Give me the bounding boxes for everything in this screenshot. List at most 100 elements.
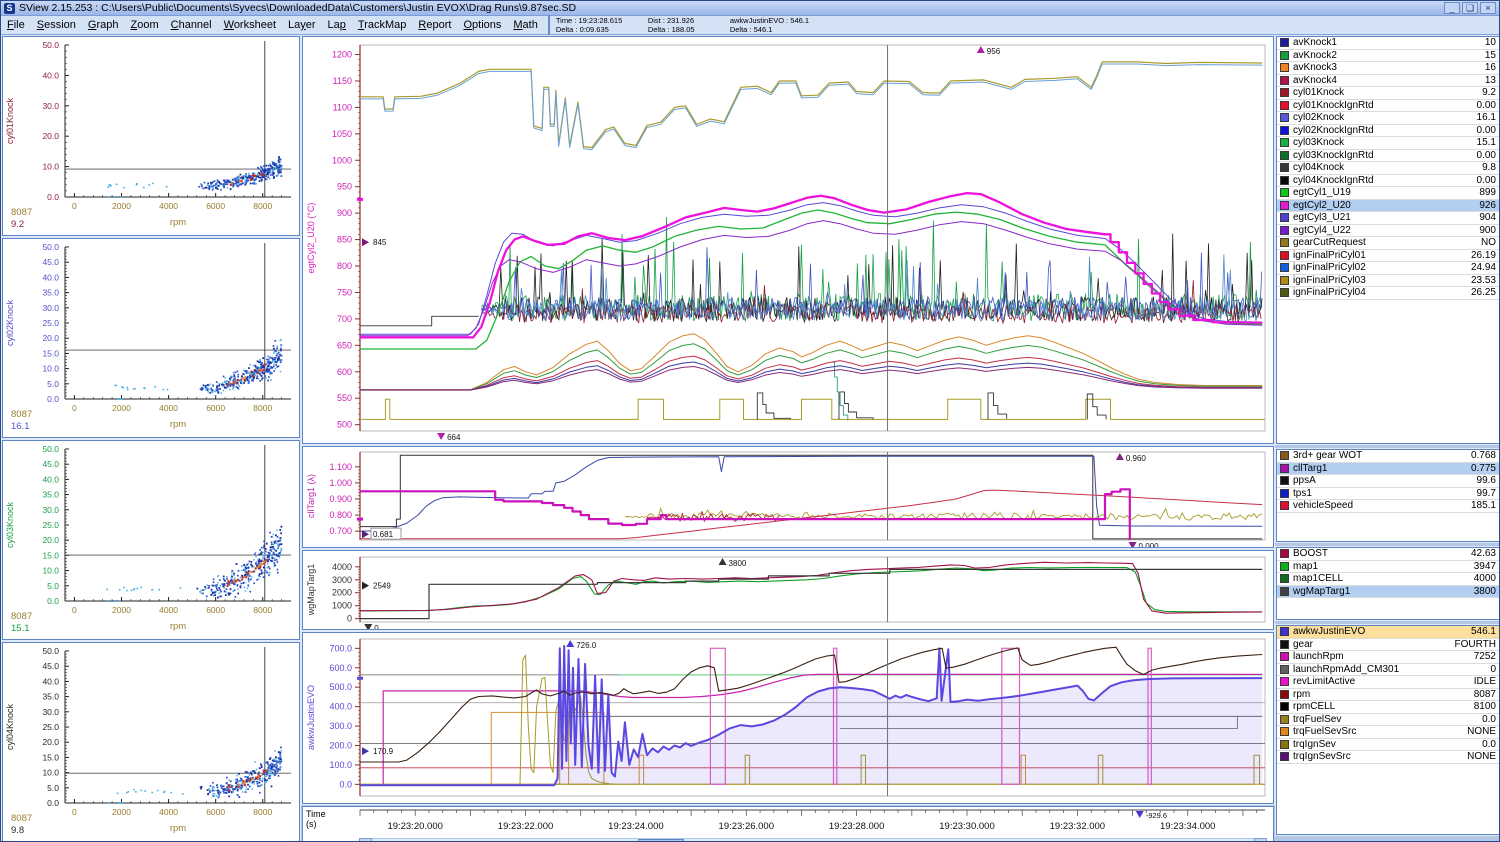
channel-value: NO bbox=[1481, 237, 1496, 248]
channel-value: 26.25 bbox=[1471, 287, 1496, 298]
menu-worksheet[interactable]: Worksheet bbox=[218, 17, 282, 33]
horizontal-scrollbar[interactable]: ◄ ► bbox=[359, 838, 1267, 842]
channel-row-ppsA[interactable]: ppsA99.6 bbox=[1277, 475, 1499, 488]
channel-row-egtCyl2_U20[interactable]: egtCyl2_U20926 bbox=[1277, 200, 1499, 213]
menu-graph[interactable]: Graph bbox=[82, 17, 125, 33]
channel-row-avKnock3[interactable]: avKnock316 bbox=[1277, 62, 1499, 75]
channel-row-cyl04KnockIgnRtd[interactable]: cyl04KnockIgnRtd0.00 bbox=[1277, 175, 1499, 188]
channel-color-swatch bbox=[1280, 88, 1289, 97]
egt-chart-panel[interactable]: 5005506006507007508008509009501000105011… bbox=[302, 36, 1274, 444]
scroll-right-arrow[interactable]: ► bbox=[1254, 838, 1267, 842]
svg-text:3800: 3800 bbox=[729, 559, 747, 568]
scatter-panel-cyl02Knock[interactable]: 0.05.010.015.020.025.030.035.040.045.050… bbox=[2, 238, 300, 438]
egt-main-plot[interactable]: 5005506006507007508008509009501000105011… bbox=[303, 37, 1273, 443]
cyl01Knock-vs-rpm-plot[interactable]: 0.010.020.030.040.050.002000400060008000… bbox=[3, 37, 299, 234]
channel-row-3rd+ gear WOT[interactable]: 3rd+ gear WOT0.768 bbox=[1277, 450, 1499, 463]
awkw-chart-panel[interactable]: 0.0100.0200.0300.0400.0500.0600.0700.0aw… bbox=[302, 632, 1274, 804]
svg-text:rpm: rpm bbox=[170, 621, 186, 632]
channel-row-BOOST[interactable]: BOOST42.63 bbox=[1277, 548, 1499, 561]
svg-text:2000: 2000 bbox=[112, 403, 131, 413]
scroll-left-arrow[interactable]: ◄ bbox=[359, 838, 372, 842]
minimize-button[interactable]: _ bbox=[1444, 2, 1460, 14]
channel-color-swatch bbox=[1280, 201, 1289, 210]
channel-row-launchRpmAdd_CM301[interactable]: launchRpmAdd_CM3010 bbox=[1277, 664, 1499, 677]
menu-session[interactable]: Session bbox=[31, 17, 82, 33]
channel-row-cyl02Knock[interactable]: cyl02Knock16.1 bbox=[1277, 112, 1499, 125]
channel-row-cyl03KnockIgnRtd[interactable]: cyl03KnockIgnRtd0.00 bbox=[1277, 150, 1499, 163]
channel-row-cyl03Knock[interactable]: cyl03Knock15.1 bbox=[1277, 137, 1499, 150]
chart-column: 5005506006507007508008509009501000105011… bbox=[302, 36, 1274, 842]
channel-row-trqFuelSevSrc[interactable]: trqFuelSevSrcNONE bbox=[1277, 726, 1499, 739]
awkw-plot[interactable]: 0.0100.0200.0300.0400.0500.0600.0700.0aw… bbox=[303, 633, 1273, 803]
channel-row-cyl04Knock[interactable]: cyl04Knock9.8 bbox=[1277, 162, 1499, 175]
channel-row-cyl01Knock[interactable]: cyl01Knock9.2 bbox=[1277, 87, 1499, 100]
channel-color-swatch bbox=[1280, 113, 1289, 122]
menu-report[interactable]: Report bbox=[412, 17, 457, 33]
clltarg-plot[interactable]: 0.7000.8000.9001.0001.100cllTarg1 (λ)0.6… bbox=[303, 447, 1273, 547]
svg-text:cyl01Knock: cyl01Knock bbox=[5, 97, 15, 144]
channel-row-map1CELL[interactable]: map1CELL4000 bbox=[1277, 573, 1499, 586]
channel-row-egtCyl4_U22[interactable]: egtCyl4_U22900 bbox=[1277, 225, 1499, 238]
channel-row-egtCyl3_U21[interactable]: egtCyl3_U21904 bbox=[1277, 212, 1499, 225]
scatter-panel-cyl01Knock[interactable]: 0.010.020.030.040.050.002000400060008000… bbox=[2, 36, 300, 236]
channel-name: egtCyl1_U19 bbox=[1293, 187, 1351, 198]
channel-row-ignFinalPriCyl04[interactable]: ignFinalPriCyl0426.25 bbox=[1277, 287, 1499, 300]
channel-row-gearCutRequest[interactable]: gearCutRequestNO bbox=[1277, 237, 1499, 250]
channel-row-revLimitActive[interactable]: revLimitActiveIDLE bbox=[1277, 676, 1499, 689]
channel-row-rpm[interactable]: rpm8087 bbox=[1277, 689, 1499, 702]
channel-row-map1[interactable]: map13947 bbox=[1277, 561, 1499, 574]
scroll-track[interactable] bbox=[372, 838, 1254, 842]
channel-color-swatch bbox=[1280, 640, 1289, 649]
svg-text:1.000: 1.000 bbox=[329, 478, 352, 488]
status-field: Delta : 188.05 bbox=[648, 25, 730, 34]
channel-row-launchRpm[interactable]: launchRpm7252 bbox=[1277, 651, 1499, 664]
menu-layer[interactable]: Layer bbox=[282, 17, 322, 33]
channel-row-avKnock1[interactable]: avKnock110 bbox=[1277, 37, 1499, 50]
channel-row-wgMapTarg1[interactable]: wgMapTarg13800 bbox=[1277, 586, 1499, 599]
menu-options[interactable]: Options bbox=[457, 17, 507, 33]
menu-file[interactable]: File bbox=[1, 17, 31, 33]
channel-row-awkwJustinEVO[interactable]: awkwJustinEVO546.1 bbox=[1277, 626, 1499, 639]
close-button[interactable]: × bbox=[1480, 2, 1496, 14]
channel-row-tps1[interactable]: tps199.7 bbox=[1277, 488, 1499, 501]
channel-row-cyl01KnockIgnRtd[interactable]: cyl01KnockIgnRtd0.00 bbox=[1277, 100, 1499, 113]
channel-row-gear[interactable]: gearFOURTH bbox=[1277, 639, 1499, 652]
menu-math[interactable]: Math bbox=[507, 17, 543, 33]
scatter-panel-cyl04Knock[interactable]: 0.05.010.015.020.025.030.035.040.045.050… bbox=[2, 642, 300, 842]
channel-row-avKnock4[interactable]: avKnock413 bbox=[1277, 75, 1499, 88]
channel-row-trqIgnSevSrc[interactable]: trqIgnSevSrcNONE bbox=[1277, 751, 1499, 764]
svg-text:19:23:34.000: 19:23:34.000 bbox=[1160, 821, 1215, 832]
channel-value: 99.6 bbox=[1477, 475, 1496, 486]
channel-row-ignFinalPriCyl02[interactable]: ignFinalPriCyl0224.94 bbox=[1277, 262, 1499, 275]
scatter-panel-cyl03Knock[interactable]: 0.05.010.015.020.025.030.035.040.045.050… bbox=[2, 440, 300, 640]
channel-row-vehicleSpeed[interactable]: vehicleSpeed185.1 bbox=[1277, 500, 1499, 513]
channel-row-ignFinalPriCyl01[interactable]: ignFinalPriCyl0126.19 bbox=[1277, 250, 1499, 263]
svg-text:45.0: 45.0 bbox=[42, 257, 59, 267]
channel-row-rpmCELL[interactable]: rpmCELL8100 bbox=[1277, 701, 1499, 714]
svg-text:15.1: 15.1 bbox=[11, 623, 30, 634]
channel-row-ignFinalPriCyl03[interactable]: ignFinalPriCyl0323.53 bbox=[1277, 275, 1499, 288]
wgmap-plot[interactable]: 01000200030004000wgMapTarg1254938000 bbox=[303, 551, 1273, 629]
wgmaptarg-chart-panel[interactable]: 01000200030004000wgMapTarg1254938000 bbox=[302, 550, 1274, 630]
channel-row-avKnock2[interactable]: avKnock215 bbox=[1277, 50, 1499, 63]
restore-button[interactable]: ❏ bbox=[1462, 2, 1478, 14]
clltarg-chart-panel[interactable]: 0.7000.8000.9001.0001.100cllTarg1 (λ)0.6… bbox=[302, 446, 1274, 548]
channel-row-cllTarg1[interactable]: cllTarg10.775 bbox=[1277, 463, 1499, 476]
titlebar[interactable]: S SView 2.15.253 : C:\Users\Public\Docum… bbox=[1, 1, 1499, 16]
svg-text:726.0: 726.0 bbox=[576, 641, 597, 650]
channel-color-swatch bbox=[1280, 464, 1289, 473]
channel-row-egtCyl1_U19[interactable]: egtCyl1_U19899 bbox=[1277, 187, 1499, 200]
cyl04Knock-vs-rpm-plot[interactable]: 0.05.010.015.020.025.030.035.040.045.050… bbox=[3, 643, 299, 840]
menu-zoom[interactable]: Zoom bbox=[124, 17, 164, 33]
menu-lap[interactable]: Lap bbox=[322, 17, 352, 33]
channel-row-trqIgnSev[interactable]: trqIgnSev0.0 bbox=[1277, 739, 1499, 752]
menu-channel[interactable]: Channel bbox=[165, 17, 218, 33]
cyl02Knock-vs-rpm-plot[interactable]: 0.05.010.015.020.025.030.035.040.045.050… bbox=[3, 239, 299, 436]
svg-text:10.0: 10.0 bbox=[42, 566, 59, 576]
channel-color-swatch bbox=[1280, 665, 1289, 674]
channel-row-trqFuelSev[interactable]: trqFuelSev0.0 bbox=[1277, 714, 1499, 727]
menu-trackmap[interactable]: TrackMap bbox=[352, 17, 413, 33]
cyl03Knock-vs-rpm-plot[interactable]: 0.05.010.015.020.025.030.035.040.045.050… bbox=[3, 441, 299, 638]
channel-row-cyl02KnockIgnRtd[interactable]: cyl02KnockIgnRtd0.00 bbox=[1277, 125, 1499, 138]
channel-color-swatch bbox=[1280, 501, 1289, 510]
